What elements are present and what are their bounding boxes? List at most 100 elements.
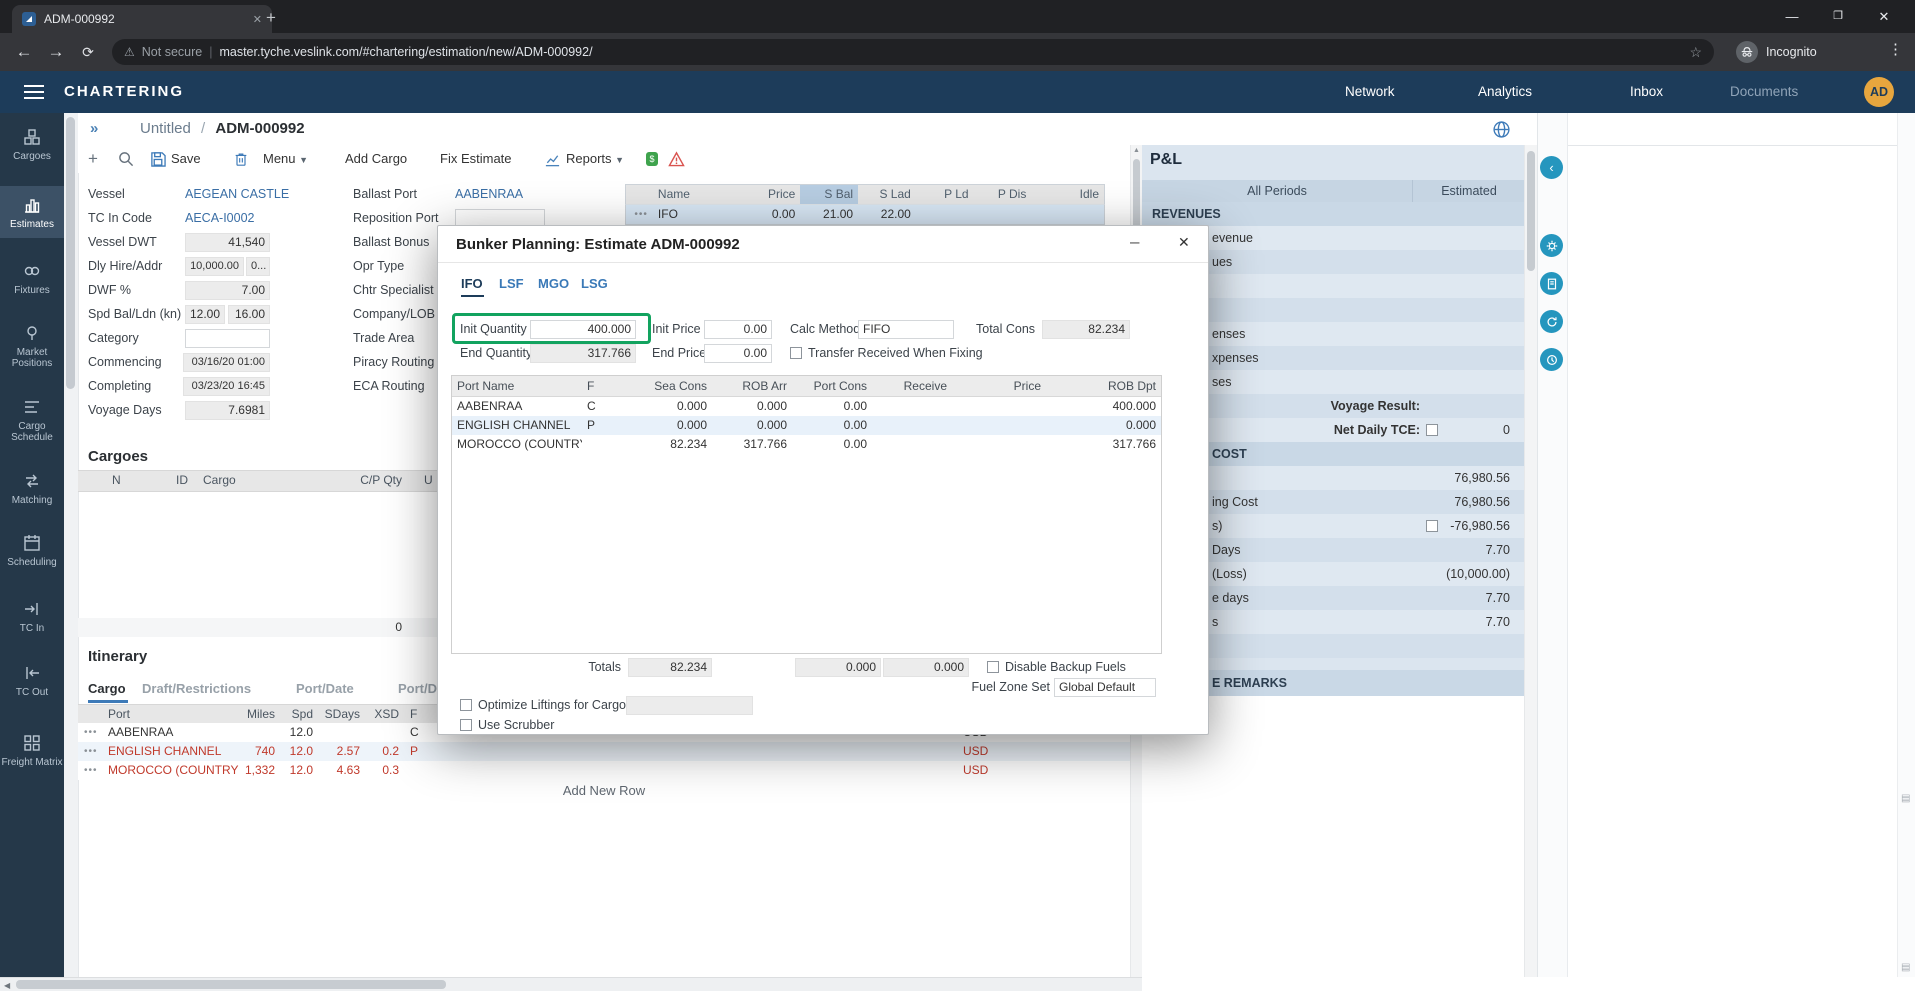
column-header[interactable]: C/P Qty xyxy=(328,471,402,490)
hamburger-menu-icon[interactable] xyxy=(24,85,44,99)
vessel-value[interactable]: AEGEAN CASTLE xyxy=(185,185,289,204)
column-header[interactable]: ID xyxy=(176,471,188,490)
reload-icon[interactable]: ⟳ xyxy=(72,44,104,61)
tce-checkbox[interactable] xyxy=(1426,424,1438,436)
browser-tab[interactable]: ADM-000992 ✕ xyxy=(12,5,272,33)
row-menu-icon[interactable]: ••• xyxy=(84,723,98,742)
nav-network[interactable]: Network xyxy=(1345,71,1395,113)
address-bar[interactable]: ⚠ Not secure | master.tyche.veslink.com/… xyxy=(112,39,1714,65)
refresh-icon[interactable] xyxy=(1540,310,1563,333)
column-header[interactable]: P Dis xyxy=(974,185,1032,204)
pnl-column-estimated[interactable]: Estimated xyxy=(1412,180,1525,203)
column-header[interactable]: SDays xyxy=(323,705,360,724)
scroll-left-icon[interactable]: ◀ xyxy=(4,981,10,990)
column-header[interactable]: P Ld xyxy=(916,185,974,204)
optimize-cargo-field[interactable] xyxy=(626,696,753,715)
scrollbar-thumb[interactable] xyxy=(16,980,446,989)
voyage-days-field[interactable]: 7.6981 xyxy=(185,401,270,420)
nav-documents[interactable]: Documents xyxy=(1730,71,1798,113)
itinerary-row[interactable]: ••• ENGLISH CHANNEL 740 12.0 2.57 0.2 P … xyxy=(78,742,1130,761)
ballast-port-value[interactable]: AABENRAA xyxy=(455,185,523,204)
sidebar-item-cargoes[interactable]: Cargoes xyxy=(0,122,64,166)
use-scrubber-checkbox[interactable] xyxy=(460,719,472,731)
column-header[interactable]: U xyxy=(424,471,433,490)
column-header[interactable]: Port xyxy=(108,705,130,724)
save-icon[interactable] xyxy=(150,151,166,167)
vessel-dwt-field[interactable]: 41,540 xyxy=(185,233,270,252)
column-header[interactable]: Name xyxy=(653,185,743,204)
new-tab-button[interactable]: + xyxy=(266,7,276,29)
pnl-remarks-area[interactable] xyxy=(1142,696,1524,977)
document-icon[interactable] xyxy=(1540,272,1563,295)
modal-close-icon[interactable]: ✕ xyxy=(1178,234,1190,251)
fix-estimate-button[interactable]: Fix Estimate xyxy=(440,145,512,172)
add-icon[interactable]: + xyxy=(88,145,98,172)
pnl-column-all-periods[interactable]: All Periods xyxy=(1142,180,1412,203)
expand-panel-icon[interactable]: » xyxy=(90,113,98,145)
horizontal-scrollbar[interactable]: ◀ xyxy=(0,977,1142,991)
column-header[interactable]: S Bal xyxy=(800,185,858,204)
globe-icon[interactable] xyxy=(1492,120,1511,139)
user-avatar[interactable]: AD xyxy=(1864,77,1894,107)
bunker-grid-row[interactable]: ••• IFO 0.00 21.00 22.00 xyxy=(625,204,1105,225)
row-menu-icon[interactable]: ••• xyxy=(626,205,653,224)
row-menu-icon[interactable]: ••• xyxy=(84,742,98,761)
scroll-marker-icon[interactable]: ▤ xyxy=(1901,793,1910,804)
column-header[interactable]: Port Cons xyxy=(792,376,872,396)
sidebar-item-cargo-schedule[interactable]: Cargo Schedule xyxy=(0,392,64,448)
commencing-field[interactable]: 03/16/20 01:00 xyxy=(183,353,270,372)
validation-warning-icon[interactable] xyxy=(668,151,685,167)
column-header[interactable]: Miles xyxy=(228,705,275,724)
itinerary-row[interactable]: ••• MOROCCO (COUNTRY 1,332 12.0 4.63 0.3… xyxy=(78,761,1130,780)
init-quantity-field[interactable]: 400.000 xyxy=(530,320,636,339)
fuel-tab-lsg[interactable]: LSG xyxy=(581,276,608,291)
history-icon[interactable] xyxy=(1540,348,1563,371)
fuel-tab-lsf[interactable]: LSF xyxy=(499,276,524,291)
dwf-field[interactable]: 7.00 xyxy=(185,281,270,300)
breadcrumb-parent[interactable]: Untitled xyxy=(140,120,191,137)
column-header[interactable]: N xyxy=(112,471,121,490)
column-header[interactable]: Sea Cons xyxy=(612,376,712,396)
nav-inbox[interactable]: Inbox xyxy=(1630,71,1663,113)
window-maximize-button[interactable]: ❐ xyxy=(1815,0,1861,33)
sidebar-item-tc-in[interactable]: TC In xyxy=(0,594,64,638)
disable-backup-fuels-checkbox[interactable] xyxy=(987,661,999,673)
tab-cargo[interactable]: Cargo xyxy=(88,678,126,700)
daily-hire-field[interactable]: 10,000.00 xyxy=(185,257,244,276)
save-button[interactable]: Save xyxy=(171,145,201,172)
column-header[interactable]: Port Name xyxy=(452,376,582,396)
tab-close-icon[interactable]: ✕ xyxy=(253,13,262,26)
collapse-panel-icon[interactable]: ‹ xyxy=(1540,156,1563,179)
scroll-up-icon[interactable]: ▲ xyxy=(1133,147,1140,154)
total-cons-field[interactable]: 82.234 xyxy=(1042,320,1130,339)
column-header[interactable]: XSD xyxy=(368,705,399,724)
sidebar-item-tc-out[interactable]: TC Out xyxy=(0,658,64,702)
column-header[interactable]: Spd xyxy=(283,705,313,724)
grid-row[interactable]: MOROCCO (COUNTRY) 82.234 317.766 0.00 31… xyxy=(452,435,1161,454)
delete-icon[interactable] xyxy=(233,151,249,167)
menu-button[interactable]: Menu ▼ xyxy=(263,145,308,174)
grid-row[interactable]: AABENRAA C 0.000 0.000 0.00 400.000 xyxy=(452,397,1161,416)
sidebar-item-market-positions[interactable]: Market Positions xyxy=(0,318,64,374)
scrollbar-thumb[interactable] xyxy=(66,117,75,389)
transfer-received-checkbox[interactable] xyxy=(790,347,802,359)
add-cargo-button[interactable]: Add Cargo xyxy=(345,145,407,172)
settings-icon[interactable] xyxy=(1540,234,1563,257)
column-header[interactable]: F xyxy=(410,705,417,724)
column-header[interactable]: Price xyxy=(743,185,801,204)
fuel-tab-ifo[interactable]: IFO xyxy=(461,276,483,291)
search-icon[interactable] xyxy=(118,151,134,167)
window-close-button[interactable]: ✕ xyxy=(1861,0,1907,33)
grid-row[interactable]: ENGLISH CHANNEL P 0.000 0.000 0.00 0.000 xyxy=(452,416,1161,435)
category-field[interactable] xyxy=(185,329,270,348)
sidebar-item-scheduling[interactable]: Scheduling xyxy=(0,528,64,572)
end-quantity-field[interactable]: 317.766 xyxy=(530,344,636,363)
sidebar-item-matching[interactable]: Matching xyxy=(0,466,64,510)
column-header[interactable]: ROB Dpt xyxy=(1046,376,1161,396)
column-header[interactable]: Receive xyxy=(872,376,952,396)
scroll-marker-icon[interactable]: ▤ xyxy=(1901,962,1910,973)
end-price-field[interactable]: 0.00 xyxy=(704,344,772,363)
tab-draft-restrictions[interactable]: Draft/Restrictions xyxy=(142,678,251,700)
browser-menu-icon[interactable]: ⋮ xyxy=(1888,40,1903,58)
tab-port-date[interactable]: Port/Date xyxy=(296,678,354,700)
